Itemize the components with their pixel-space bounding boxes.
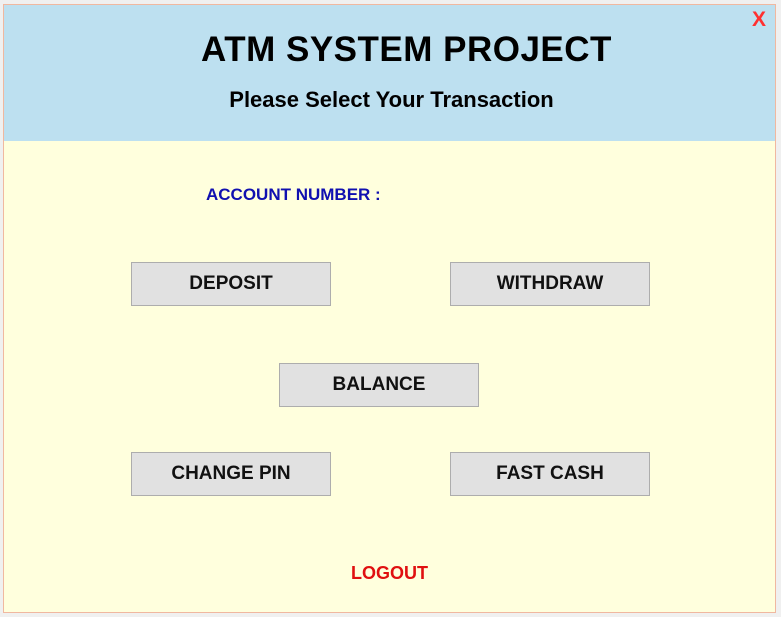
page-title: ATM SYSTEM PROJECT	[201, 30, 612, 69]
fast-cash-button[interactable]: FAST CASH	[450, 452, 650, 496]
close-icon[interactable]: X	[752, 9, 766, 30]
withdraw-button[interactable]: WITHDRAW	[450, 262, 650, 306]
deposit-button[interactable]: DEPOSIT	[131, 262, 331, 306]
logout-link[interactable]: LOGOUT	[4, 563, 775, 584]
page-subtitle: Please Select Your Transaction	[229, 87, 554, 112]
change-pin-button[interactable]: CHANGE PIN	[131, 452, 331, 496]
account-number-label: ACCOUNT NUMBER :	[206, 185, 381, 204]
balance-button[interactable]: BALANCE	[279, 363, 479, 407]
atm-window: X ATM SYSTEM PROJECT Please Select Your …	[3, 4, 776, 613]
header-panel: X ATM SYSTEM PROJECT Please Select Your …	[4, 5, 775, 141]
